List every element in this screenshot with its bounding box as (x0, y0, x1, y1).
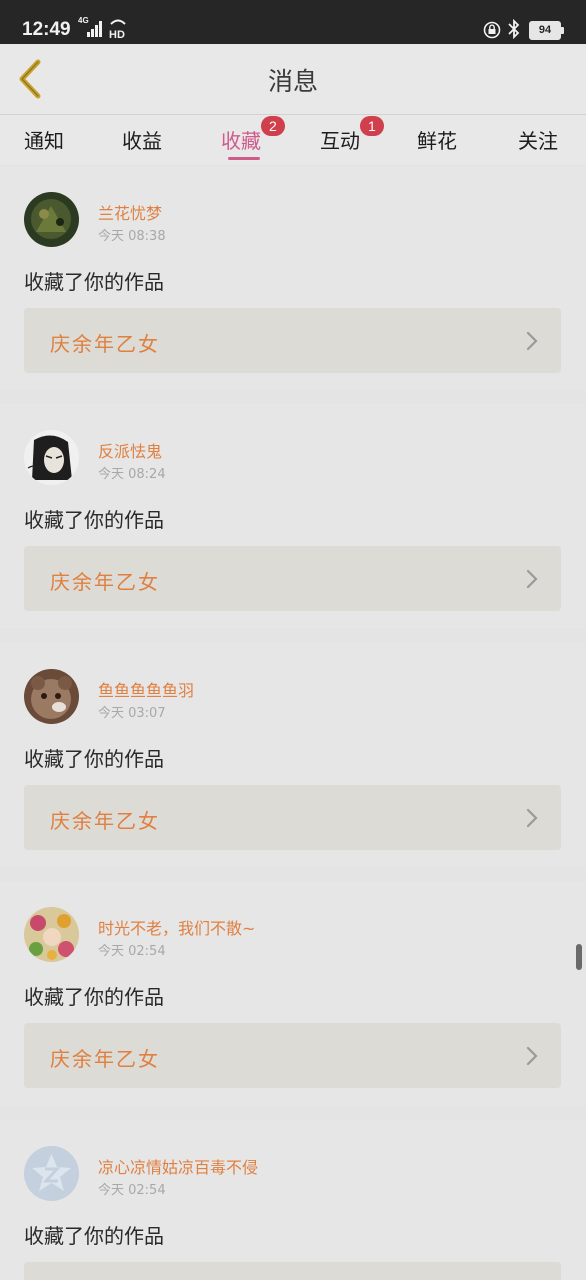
active-tab-indicator (228, 157, 260, 160)
work-link[interactable]: 庆余年乙女 (24, 785, 561, 850)
battery-level: 94 (538, 24, 552, 36)
work-link[interactable]: 庆余年乙女 (24, 546, 561, 611)
tab-flowers[interactable]: 鲜花 (417, 125, 457, 154)
header: 消息 (0, 44, 586, 115)
tab-label: 通知 (24, 129, 64, 153)
avatar[interactable] (24, 669, 79, 724)
tab-follows[interactable]: 关注 (518, 125, 558, 154)
action-text: 收藏了你的作品 (24, 985, 164, 1009)
tab-favorites[interactable]: 收藏 2 (221, 116, 285, 154)
tab-earnings[interactable]: 收益 (122, 125, 162, 154)
tab-label: 收藏 (221, 129, 261, 153)
username[interactable]: 时光不老，我们不散~ (98, 915, 255, 939)
tab-label: 互动 (320, 129, 360, 153)
tab-badge: 1 (360, 116, 384, 136)
status-bar: 12:49 4G HD 94 (0, 0, 586, 44)
lock-rotation-icon (483, 21, 501, 39)
tab-interactions[interactable]: 互动 1 (320, 116, 384, 154)
list-item: 鱼鱼鱼鱼鱼羽 今天 03:07 收藏了你的作品 庆余年乙女 (0, 643, 586, 867)
battery-icon: 94 (529, 21, 564, 40)
work-title: 庆余年乙女 (50, 809, 160, 833)
timestamp: 今天 02:54 (98, 944, 166, 959)
chevron-right-icon (526, 569, 538, 589)
chevron-right-icon (526, 331, 538, 351)
chevron-right-icon (526, 808, 538, 828)
hd-call-icon: HD (109, 19, 126, 40)
bluetooth-icon (508, 19, 520, 39)
list-item: 反派怯鬼 今天 08:24 收藏了你的作品 庆余年乙女 (0, 404, 586, 628)
action-text: 收藏了你的作品 (24, 270, 164, 294)
avatar[interactable] (24, 430, 79, 485)
timestamp: 今天 08:24 (98, 467, 166, 482)
tab-label: 鲜花 (417, 129, 457, 153)
action-text: 收藏了你的作品 (24, 747, 164, 771)
tab-notifications[interactable]: 通知 (24, 125, 64, 154)
work-link[interactable]: 庆余年乙女 (24, 308, 561, 373)
username[interactable]: 凉心凉情姑凉百毒不侵 (98, 1154, 258, 1178)
avatar[interactable] (24, 1146, 79, 1201)
work-title: 庆余年乙女 (50, 570, 160, 594)
username[interactable]: 反派怯鬼 (98, 438, 162, 462)
tab-label: 收益 (122, 129, 162, 153)
username[interactable]: 兰花忧梦 (98, 200, 162, 224)
work-title: 庆余年乙女 (50, 332, 160, 356)
action-text: 收藏了你的作品 (24, 508, 164, 532)
list-item: 凉心凉情姑凉百毒不侵 今天 02:54 收藏了你的作品 (0, 1120, 586, 1280)
work-title: 庆余年乙女 (50, 1047, 160, 1071)
hd-label: HD (109, 29, 125, 40)
timestamp: 今天 02:54 (98, 1183, 166, 1198)
page-title: 消息 (267, 67, 318, 96)
list-item: 时光不老，我们不散~ 今天 02:54 收藏了你的作品 庆余年乙女 (0, 881, 586, 1105)
status-time: 12:49 (22, 19, 71, 40)
list-item: 兰花忧梦 今天 08:38 收藏了你的作品 庆余年乙女 (0, 166, 586, 390)
work-link[interactable]: 庆余年乙女 (24, 1023, 561, 1088)
signal-icon (87, 21, 102, 37)
scrollbar-thumb[interactable] (576, 944, 582, 970)
timestamp: 今天 08:38 (98, 229, 166, 244)
work-link[interactable] (24, 1262, 561, 1280)
tab-badge: 2 (261, 116, 285, 136)
chevron-right-icon (526, 1046, 538, 1066)
action-text: 收藏了你的作品 (24, 1224, 164, 1248)
avatar[interactable] (24, 192, 79, 247)
tab-bar: 通知 收益 收藏 2 互动 1 鲜花 关注 (0, 115, 586, 165)
timestamp: 今天 03:07 (98, 706, 166, 721)
username[interactable]: 鱼鱼鱼鱼鱼羽 (98, 677, 194, 701)
avatar[interactable] (24, 907, 79, 962)
tab-label: 关注 (518, 129, 558, 153)
